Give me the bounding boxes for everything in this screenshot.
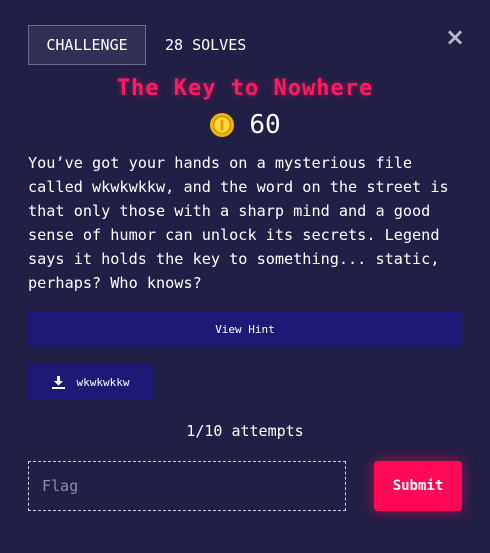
challenge-description: You’ve got your hands on a mysterious fi… [28,154,449,292]
tab-solves[interactable]: 28 SOLVES [165,25,246,65]
file-name-label: wkwkwkkw [76,375,130,389]
coin-icon [210,113,235,137]
tab-challenge[interactable]: CHALLENGE [28,25,146,65]
download-file-button[interactable]: wkwkwkkw [28,364,153,400]
points-display: 60 [0,110,490,140]
challenge-title: The Key to Nowhere [116,76,374,101]
flag-input[interactable] [28,461,346,511]
points-value: 60 [249,110,281,140]
attempts-counter: 1/10 attempts [186,422,304,440]
close-icon[interactable]: × [444,23,466,51]
submit-button[interactable]: Submit [374,461,462,511]
download-icon [51,375,65,389]
view-hint-button[interactable]: View Hint [28,311,462,347]
